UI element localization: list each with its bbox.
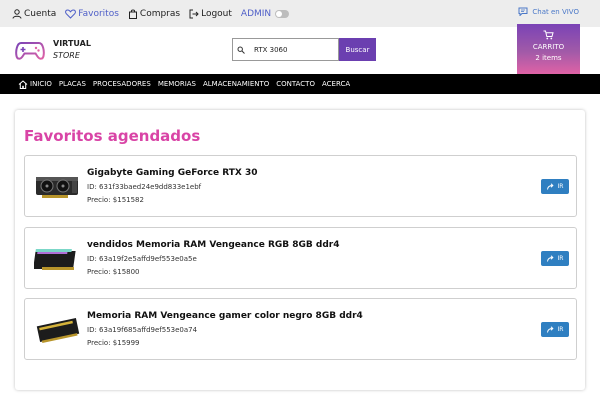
account-link[interactable]: Cuenta [12,9,56,19]
nav-label: ALMACENAMIENTO [202,80,270,88]
admin-label: ADMIN [240,8,272,19]
main-nav: INICIO PLACAS PROCESADORES MEMORIAS ALMA… [0,74,600,94]
nav-label: CONTACTO [276,80,315,88]
cart-label: CARRITO [532,43,565,51]
nav-item-placas[interactable]: PLACAS [59,80,86,88]
logout-link[interactable]: Logout [189,9,232,19]
list-item: Gigabyte Gaming GeForce RTX 30 ID: 631f3… [24,155,577,217]
cart-button[interactable]: CARRITO 2 items [517,24,580,74]
go-button[interactable]: IR [541,322,569,337]
ram-stick-image [34,312,82,348]
favorites-link[interactable]: Favoritos [65,9,119,19]
go-button-label: IR [557,255,564,262]
nav-label: PROCESADORES [92,80,151,88]
item-id: ID: 63a19f685affd9ef553e0a74 [87,326,198,334]
chat-icon [518,7,528,16]
purchases-label: Compras [139,8,181,19]
user-icon [12,8,22,19]
nav-label: ACERCA [321,80,351,88]
list-item: Memoria RAM Vengeance gamer color negro … [24,298,577,360]
go-button[interactable]: IR [541,179,569,194]
site-header: VIRTUAL STORE Buscar CARRITO 2 items [0,22,600,74]
nav-item-almacenamiento[interactable]: ALMACENAMIENTO [203,80,269,88]
item-price: Precio: $151582 [87,196,144,204]
logout-label: Logout [201,8,232,19]
home-icon [18,79,28,89]
go-button-label: IR [557,326,564,333]
heart-icon [65,8,77,19]
cart-icon [543,30,554,40]
live-chat-link[interactable]: Chat en VIVO [518,7,579,16]
item-price: Precio: $15999 [87,339,140,347]
nav-item-procesadores[interactable]: PROCESADORES [93,80,151,88]
cart-count: 2 items [535,54,562,62]
logout-icon [189,9,199,18]
search-bar: Buscar [232,38,376,61]
item-id: ID: 63a19f2e5affd9ef553e0a5e [87,255,197,263]
item-title[interactable]: vendidos Memoria RAM Vengeance RGB 8GB d… [87,240,339,250]
item-title[interactable]: Gigabyte Gaming GeForce RTX 30 [87,168,257,178]
search-icon [232,38,248,61]
go-button-label: IR [557,183,564,190]
nav-item-memorias[interactable]: MEMORIAS [158,80,196,88]
nav-label: PLACAS [58,80,86,88]
share-arrow-icon [546,255,554,262]
nav-label: INICIO [30,80,52,88]
chat-label: Chat en VIVO [532,7,579,16]
favorites-card: Favoritos agendados Gigabyte Gaming GeFo… [15,110,585,390]
page-title: Favoritos agendados [24,127,201,145]
item-title[interactable]: Memoria RAM Vengeance gamer color negro … [87,311,363,321]
graphics-card-image [34,169,82,205]
brand-name-line1: VIRTUAL [53,39,91,48]
nav-item-acerca[interactable]: ACERCA [322,80,350,88]
gamepad-logo-icon[interactable] [15,36,45,62]
admin-toggle[interactable] [275,9,290,18]
nav-label: MEMORIAS [157,80,196,88]
shopping-bag-icon [128,9,137,19]
nav-item-inicio[interactable]: INICIO [18,79,52,89]
item-id: ID: 631f33baed24e9dd833e1ebf [87,183,202,191]
go-button[interactable]: IR [541,251,569,266]
list-item: vendidos Memoria RAM Vengeance RGB 8GB d… [24,227,577,289]
search-button[interactable]: Buscar [339,38,376,61]
brand-name-line2: STORE [53,51,80,60]
search-input[interactable] [248,38,339,61]
account-label: Cuenta [24,8,57,19]
ram-stick-image [33,241,82,277]
item-price: Precio: $15800 [87,268,140,276]
share-arrow-icon [546,183,554,190]
share-arrow-icon [546,326,554,333]
nav-item-contacto[interactable]: CONTACTO [276,80,315,88]
purchases-link[interactable]: Compras [128,9,180,19]
favorites-label: Favoritos [78,8,119,19]
